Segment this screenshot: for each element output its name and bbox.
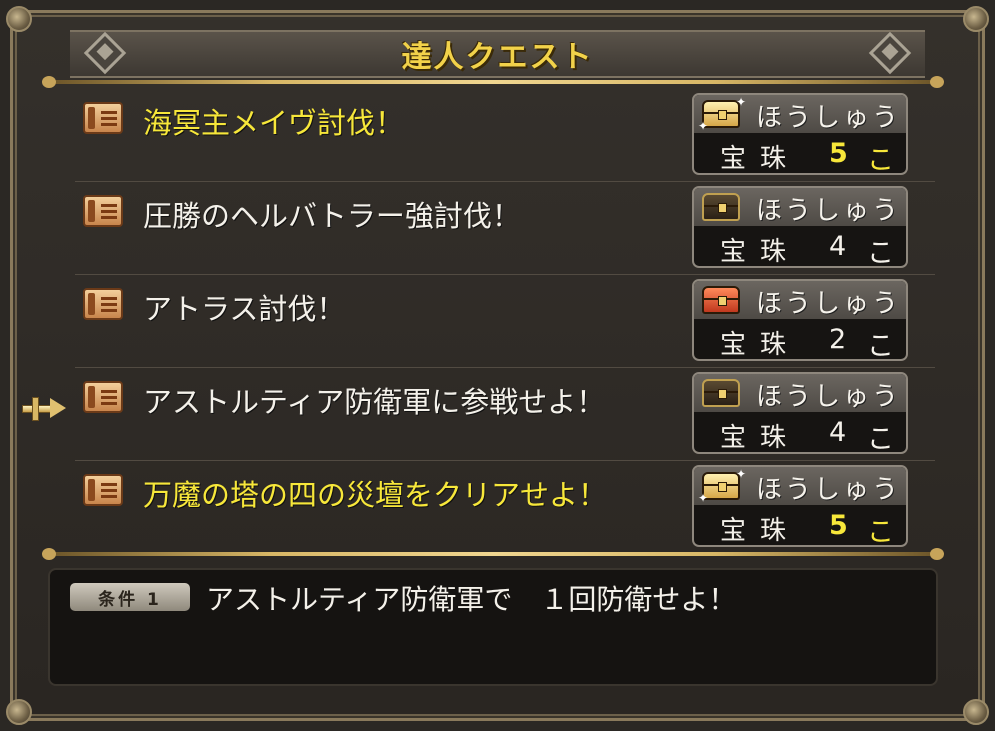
window-title: 達人クエスト <box>401 40 594 75</box>
divider-top <box>42 76 944 88</box>
quest-row[interactable]: 海冥主メイヴ討伐！ ✦ ✦ ほうしゅう 宝珠 5 こ <box>75 88 935 182</box>
quest-list: 海冥主メイヴ討伐！ ✦ ✦ ほうしゅう 宝珠 5 こ 圧勝のヘルバトラー強討伐！ <box>75 88 935 548</box>
scroll-icon <box>83 195 123 227</box>
corner-ornament <box>6 6 32 32</box>
reward-box: ✦ ✦ ほうしゅう 宝珠 5 こ <box>692 465 908 547</box>
quest-window: 達人クエスト 海冥主メイヴ討伐！ ✦ ✦ ほうしゅう 宝珠 5 こ 圧勝のヘルバ… <box>0 0 995 731</box>
condition-panel: 条件 1 アストルティア防衛軍で １回防衛せよ！ <box>48 568 938 686</box>
dark-chest-icon <box>702 193 740 221</box>
reward-label: ほうしゅう <box>756 382 902 412</box>
quest-name: アストルティア防衛軍に参戦せよ！ <box>143 385 606 419</box>
scroll-icon <box>83 381 123 413</box>
reward-item: 宝珠 <box>720 516 801 546</box>
reward-item: 宝珠 <box>720 423 801 453</box>
reward-unit: こ <box>867 331 894 361</box>
reward-qty: 2 <box>829 324 847 355</box>
quest-name: 海冥主メイヴ討伐！ <box>143 106 405 140</box>
reward-qty: 4 <box>829 231 847 262</box>
quest-name: アトラス討伐！ <box>143 292 346 326</box>
divider-bottom <box>42 548 944 560</box>
scroll-icon <box>83 102 123 134</box>
reward-label: ほうしゅう <box>756 289 902 319</box>
reward-qty: 4 <box>829 417 847 448</box>
scroll-icon <box>83 474 123 506</box>
corner-ornament <box>963 699 989 725</box>
title-ornament-right-icon <box>868 31 912 75</box>
title-ornament-left-icon <box>83 31 127 75</box>
selection-cursor-icon <box>22 395 66 421</box>
reward-label: ほうしゅう <box>756 103 902 133</box>
quest-name: 万魔の塔の四の災壇をクリアせよ！ <box>143 478 608 512</box>
reward-unit: こ <box>867 145 894 175</box>
quest-row[interactable]: 圧勝のヘルバトラー強討伐！ ほうしゅう 宝珠 4 こ <box>75 181 935 275</box>
reward-qty: 5 <box>829 138 848 169</box>
red-chest-icon <box>702 286 740 314</box>
reward-item: 宝珠 <box>720 237 801 267</box>
quest-row-selected[interactable]: アストルティア防衛軍に参戦せよ！ ほうしゅう 宝珠 4 こ <box>75 367 935 461</box>
reward-label: ほうしゅう <box>756 196 902 226</box>
reward-unit: こ <box>867 238 894 268</box>
scroll-icon <box>83 288 123 320</box>
condition-text: アストルティア防衛軍で １回防衛せよ！ <box>206 583 737 616</box>
condition-badge: 条件 1 <box>70 583 190 611</box>
quest-row[interactable]: 万魔の塔の四の災壇をクリアせよ！ ✦ ✦ ほうしゅう 宝珠 5 こ <box>75 460 935 553</box>
reward-qty: 5 <box>829 510 848 541</box>
corner-ornament <box>6 699 32 725</box>
reward-item: 宝珠 <box>720 330 801 360</box>
reward-box: ほうしゅう 宝珠 4 こ <box>692 186 908 268</box>
reward-label: ほうしゅう <box>756 475 902 505</box>
reward-box: ✦ ✦ ほうしゅう 宝珠 5 こ <box>692 93 908 175</box>
reward-item: 宝珠 <box>720 144 801 174</box>
corner-ornament <box>963 6 989 32</box>
quest-row[interactable]: アトラス討伐！ ほうしゅう 宝珠 2 こ <box>75 274 935 368</box>
reward-unit: こ <box>867 517 894 547</box>
dark-chest-icon <box>702 379 740 407</box>
quest-name: 圧勝のヘルバトラー強討伐！ <box>143 199 521 233</box>
reward-box: ほうしゅう 宝珠 2 こ <box>692 279 908 361</box>
reward-box: ほうしゅう 宝珠 4 こ <box>692 372 908 454</box>
title-bar: 達人クエスト <box>70 30 925 78</box>
reward-unit: こ <box>867 424 894 454</box>
